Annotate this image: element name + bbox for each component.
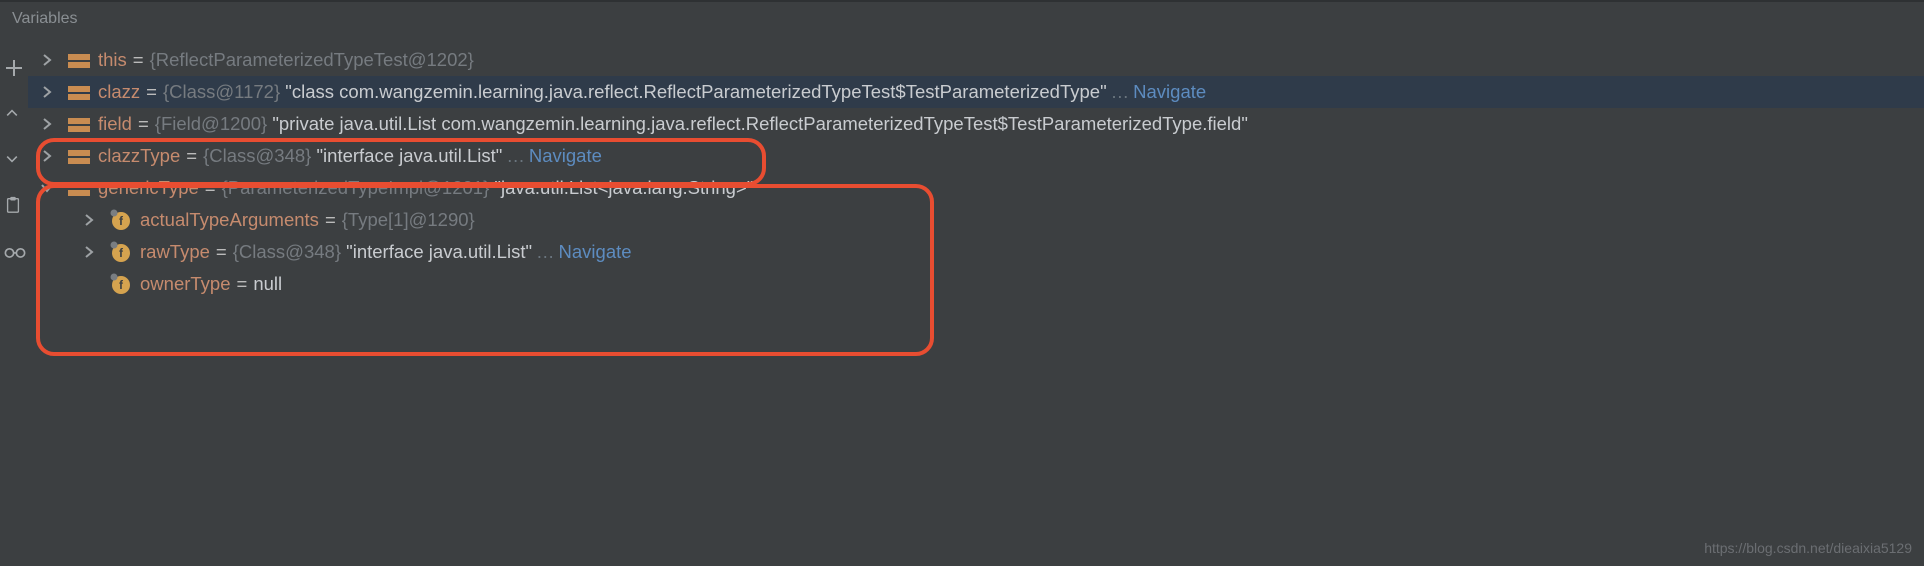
- field-icon: f: [110, 241, 132, 263]
- equals-sign: =: [205, 177, 216, 199]
- variable-name: clazz: [98, 81, 140, 103]
- left-toolbar: [0, 44, 28, 262]
- chevron-down-icon[interactable]: [36, 177, 58, 199]
- object-reference: {Field@1200}: [155, 113, 267, 135]
- chevron-down-icon[interactable]: [4, 150, 24, 170]
- variable-name: this: [98, 49, 127, 71]
- object-icon: [68, 115, 90, 133]
- object-reference: {Type[1]@1290}: [342, 209, 475, 231]
- variable-name: genericType: [98, 177, 199, 199]
- string-value: "interface java.util.List": [346, 241, 532, 263]
- glasses-icon[interactable]: [4, 242, 24, 262]
- string-value: "class com.wangzemin.learning.java.refle…: [285, 81, 1106, 103]
- object-icon: [68, 51, 90, 69]
- string-value: "java.util.List<java.lang.String>": [494, 177, 753, 199]
- chevron-right-icon[interactable]: [36, 145, 58, 167]
- navigate-link[interactable]: Navigate: [559, 241, 632, 263]
- table-row[interactable]: field = {Field@1200} "private java.util.…: [28, 108, 1924, 140]
- clipboard-icon[interactable]: [4, 196, 24, 216]
- null-value: null: [253, 273, 282, 295]
- equals-sign: =: [325, 209, 336, 231]
- ellipsis: …: [506, 145, 525, 167]
- panel-title: Variables: [0, 2, 1924, 38]
- equals-sign: =: [146, 81, 157, 103]
- ellipsis: …: [536, 241, 555, 263]
- object-icon: [68, 83, 90, 101]
- object-reference: {Class@348}: [203, 145, 311, 167]
- table-row[interactable]: clazzType = {Class@348} "interface java.…: [28, 140, 1924, 172]
- object-reference: {ParameterizedTypeImpl@1201}: [222, 177, 490, 199]
- object-reference: {Class@348}: [233, 241, 341, 263]
- table-row[interactable]: this = {ReflectParameterizedTypeTest@120…: [28, 44, 1924, 76]
- chevron-right-icon[interactable]: [36, 113, 58, 135]
- variable-name: actualTypeArguments: [140, 209, 319, 231]
- add-icon[interactable]: [4, 58, 24, 78]
- field-icon: f: [110, 209, 132, 231]
- variable-name: ownerType: [140, 273, 231, 295]
- chevron-right-icon[interactable]: [78, 241, 100, 263]
- object-reference: {ReflectParameterizedTypeTest@1202}: [150, 49, 474, 71]
- string-value: "private java.util.List com.wangzemin.le…: [272, 113, 1248, 135]
- ellipsis: …: [1111, 81, 1130, 103]
- table-row[interactable]: genericType = {ParameterizedTypeImpl@120…: [28, 172, 1924, 204]
- chevron-right-icon[interactable]: [36, 49, 58, 71]
- chevron-right-icon[interactable]: [78, 209, 100, 231]
- table-row[interactable]: f ownerType = null: [28, 268, 1924, 300]
- equals-sign: =: [237, 273, 248, 295]
- table-row[interactable]: f rawType = {Class@348} "interface java.…: [28, 236, 1924, 268]
- equals-sign: =: [133, 49, 144, 71]
- table-row[interactable]: clazz = {Class@1172} "class com.wangzemi…: [28, 76, 1924, 108]
- object-icon: [68, 179, 90, 197]
- equals-sign: =: [216, 241, 227, 263]
- field-icon: f: [110, 273, 132, 295]
- watermark: https://blog.csdn.net/dieaixia5129: [1704, 540, 1912, 556]
- variable-name: clazzType: [98, 145, 180, 167]
- object-icon: [68, 147, 90, 165]
- navigate-link[interactable]: Navigate: [529, 145, 602, 167]
- variable-name: rawType: [140, 241, 210, 263]
- equals-sign: =: [186, 145, 197, 167]
- chevron-right-icon[interactable]: [36, 81, 58, 103]
- string-value: "interface java.util.List": [316, 145, 502, 167]
- object-reference: {Class@1172}: [163, 81, 280, 103]
- navigate-link[interactable]: Navigate: [1133, 81, 1206, 103]
- equals-sign: =: [138, 113, 149, 135]
- variables-tree: this = {ReflectParameterizedTypeTest@120…: [28, 44, 1924, 300]
- chevron-up-icon[interactable]: [4, 104, 24, 124]
- table-row[interactable]: f actualTypeArguments = {Type[1]@1290}: [28, 204, 1924, 236]
- variable-name: field: [98, 113, 132, 135]
